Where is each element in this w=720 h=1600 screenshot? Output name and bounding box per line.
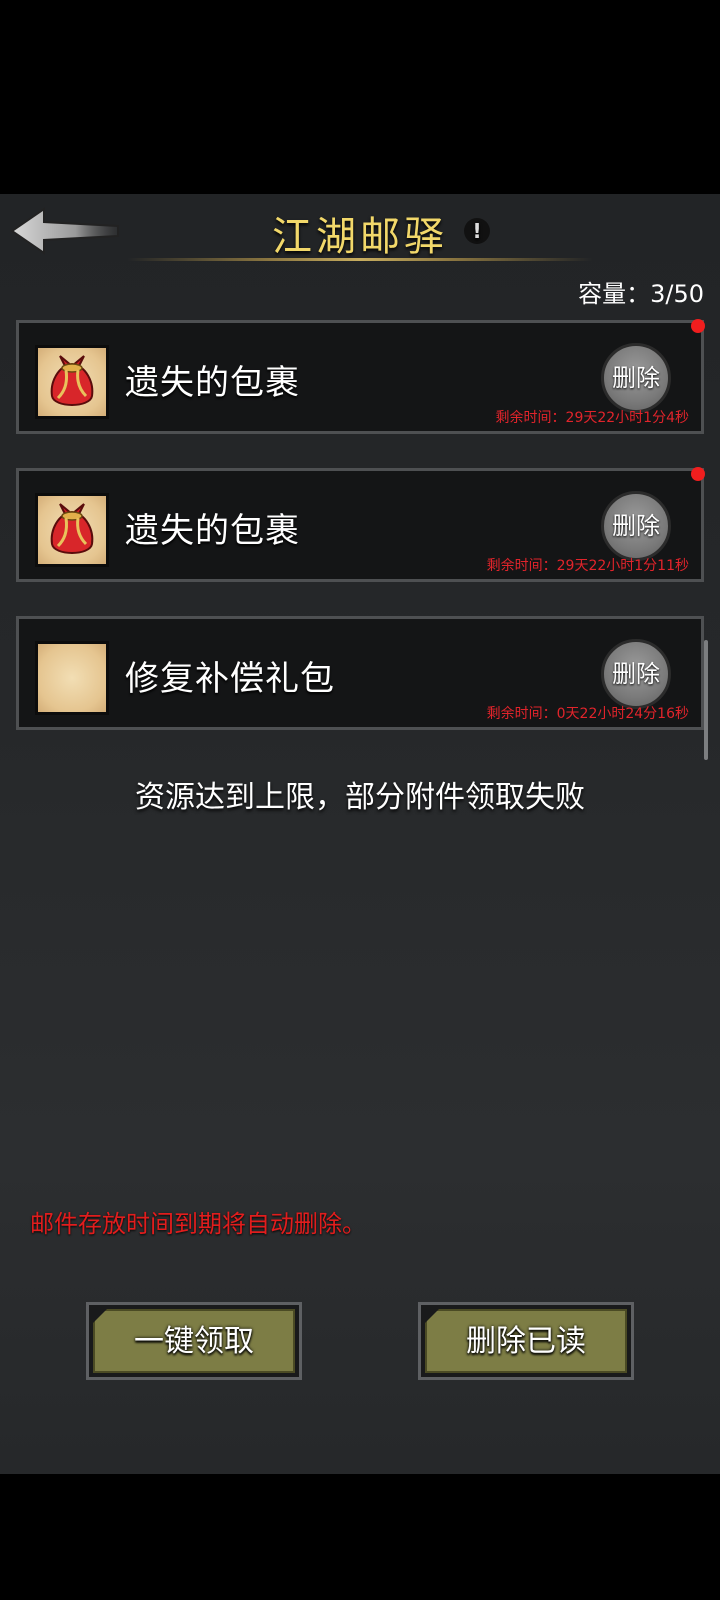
mail-list: 遗失的包裹 删除 剩余时间：29天22小时1分4秒 遗失的包裹 删除 剩余时间：… xyxy=(16,319,705,764)
claim-all-label: 一键领取 xyxy=(93,1309,295,1373)
toast-message: 资源达到上限，部分附件领取失败 xyxy=(135,780,585,815)
title-divider xyxy=(128,258,592,261)
scrollbar[interactable] xyxy=(704,640,708,760)
unread-dot-icon xyxy=(691,319,705,333)
page-title-text: 江湖邮驿 xyxy=(272,214,448,260)
claim-all-button[interactable]: 一键领取 xyxy=(86,1302,302,1380)
mail-item[interactable]: 遗失的包裹 删除 剩余时间：29天22小时1分11秒 xyxy=(16,467,705,582)
delete-read-button[interactable]: 删除已读 xyxy=(418,1302,634,1380)
red-bag-icon xyxy=(35,345,109,419)
info-icon[interactable]: ! xyxy=(464,218,490,244)
expire-note: 邮件存放时间到期将自动删除。 xyxy=(30,1210,366,1238)
delete-button[interactable]: 删除 xyxy=(601,491,671,561)
mail-title: 遗失的包裹 xyxy=(125,363,300,403)
remaining-time: 剩余时间：29天22小时1分11秒 xyxy=(486,558,689,574)
mail-item[interactable]: 遗失的包裹 删除 剩余时间：29天22小时1分4秒 xyxy=(16,319,705,434)
remaining-time: 剩余时间：0天22小时24分16秒 xyxy=(486,706,689,722)
mail-item[interactable]: 修复补偿礼包 删除 剩余时间：0天22小时24分16秒 xyxy=(16,616,704,730)
parchment-icon xyxy=(35,641,109,715)
delete-button[interactable]: 删除 xyxy=(601,639,671,709)
delete-button[interactable]: 删除 xyxy=(601,343,671,413)
capacity-label: 容量：3/50 xyxy=(578,280,704,308)
remaining-time: 剩余时间：29天22小时1分4秒 xyxy=(495,410,689,426)
page-title: 江湖邮驿 ! xyxy=(0,204,720,262)
delete-read-label: 删除已读 xyxy=(425,1309,627,1373)
mail-title: 遗失的包裹 xyxy=(125,511,300,551)
mail-title: 修复补偿礼包 xyxy=(125,659,335,699)
mail-screen: 江湖邮驿 ! 容量：3/50 遗失的包裹 删除 剩余时间：29天22小时1分4秒 xyxy=(0,194,720,1474)
red-bag-icon xyxy=(35,493,109,567)
unread-dot-icon xyxy=(691,467,705,481)
